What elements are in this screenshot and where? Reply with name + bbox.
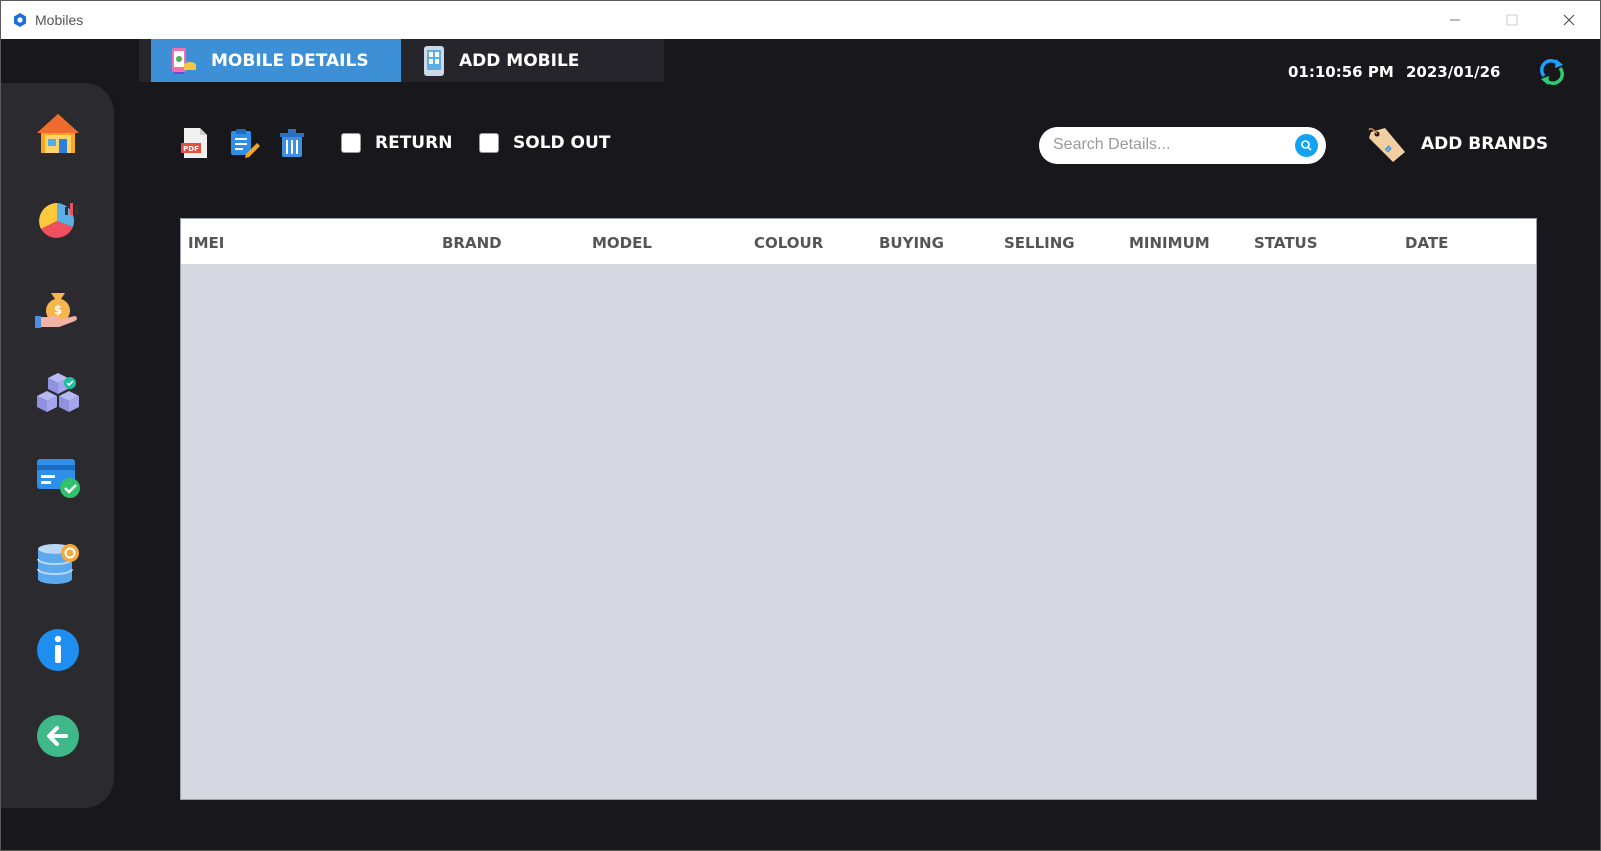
column-header-minimum[interactable]: MINIMUM [1129, 234, 1210, 252]
column-header-brand[interactable]: BRAND [442, 234, 502, 252]
minimize-button[interactable] [1427, 1, 1483, 39]
column-header-status[interactable]: STATUS [1254, 234, 1318, 252]
search-icon[interactable] [1295, 134, 1318, 157]
money-bag-icon[interactable]: $ [35, 283, 81, 329]
tab-mobile-details[interactable]: MOBILE DETAILS [151, 39, 401, 82]
add-mobile-icon [424, 45, 444, 76]
sold-out-label: SOLD OUT [513, 133, 611, 153]
sidebar: $ [1, 83, 114, 808]
app-window: Mobiles MOBILE DETAILS ADD MOBILE 01:10:… [0, 0, 1601, 851]
search-input[interactable] [1053, 135, 1283, 155]
tab-bar: MOBILE DETAILS ADD MOBILE [139, 39, 664, 82]
brand-tag-icon: B [1368, 127, 1405, 162]
tab-label: MOBILE DETAILS [211, 50, 369, 71]
refresh-icon[interactable] [1536, 56, 1568, 88]
back-arrow-icon[interactable] [35, 713, 81, 759]
sold-out-checkbox[interactable] [479, 133, 499, 153]
delete-icon[interactable] [276, 127, 308, 159]
table-body [181, 264, 1536, 799]
table-header: IMEI BRAND MODEL COLOUR BUYING SELLING M… [181, 219, 1536, 264]
pdf-icon[interactable]: PDF [179, 127, 211, 159]
return-checkbox[interactable] [341, 133, 361, 153]
column-header-buying[interactable]: BUYING [879, 234, 944, 252]
return-label: RETURN [375, 133, 453, 153]
database-icon[interactable] [35, 541, 81, 587]
app-logo-icon [14, 13, 26, 27]
add-brands-label: ADD BRANDS [1421, 134, 1549, 154]
edit-icon[interactable] [229, 127, 261, 159]
info-icon[interactable] [35, 627, 81, 673]
boxes-icon[interactable] [35, 369, 81, 415]
window-title: Mobiles [35, 12, 84, 28]
return-filter[interactable]: RETURN [341, 133, 452, 153]
pie-chart-icon[interactable] [35, 197, 81, 243]
card-check-icon[interactable] [35, 455, 81, 501]
svg-text:PDF: PDF [183, 145, 199, 153]
close-button[interactable] [1541, 1, 1597, 39]
clock-time: 01:10:56 PM [1288, 63, 1394, 81]
mobiles-table: IMEI BRAND MODEL COLOUR BUYING SELLING M… [180, 218, 1537, 800]
maximize-button[interactable] [1484, 1, 1540, 39]
column-header-selling[interactable]: SELLING [1004, 234, 1075, 252]
add-brands-button[interactable]: B ADD BRANDS [1367, 126, 1548, 162]
tab-label: ADD MOBILE [459, 50, 580, 71]
tab-add-mobile[interactable]: ADD MOBILE [401, 39, 664, 82]
clock-date: 2023/01/26 [1406, 63, 1501, 81]
svg-text:$: $ [54, 303, 62, 317]
mobile-details-icon [172, 47, 196, 74]
column-header-colour[interactable]: COLOUR [754, 234, 823, 252]
title-bar: Mobiles [1, 1, 1600, 39]
column-header-model[interactable]: MODEL [592, 234, 652, 252]
column-header-date[interactable]: DATE [1405, 234, 1448, 252]
home-icon[interactable] [35, 111, 81, 157]
column-header-imei[interactable]: IMEI [188, 234, 224, 252]
search-box [1039, 127, 1326, 164]
sold-out-filter[interactable]: SOLD OUT [479, 133, 610, 153]
